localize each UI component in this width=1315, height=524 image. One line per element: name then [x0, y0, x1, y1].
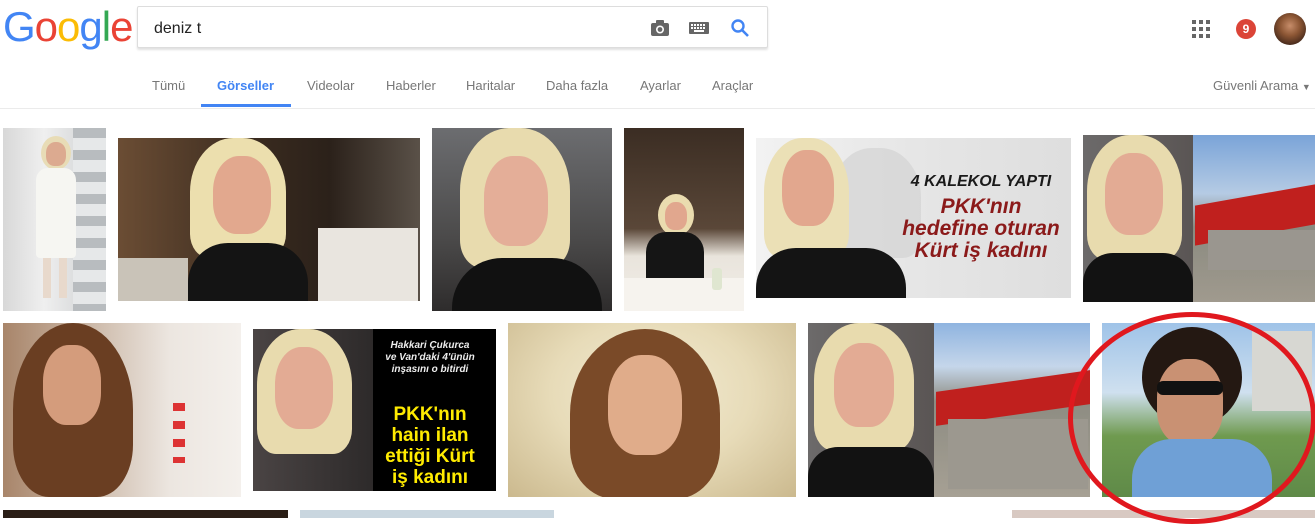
- apps-grid-icon[interactable]: [1192, 20, 1210, 38]
- search-input[interactable]: [152, 16, 626, 42]
- notification-badge[interactable]: 9: [1236, 19, 1256, 39]
- image-result[interactable]: [432, 128, 612, 311]
- tab-maps[interactable]: Haritalar: [466, 78, 515, 93]
- tab-more[interactable]: Daha fazla: [546, 78, 608, 93]
- tab-all[interactable]: Tümü: [152, 78, 185, 93]
- search-box: [137, 6, 768, 48]
- image-result[interactable]: [3, 323, 241, 497]
- image-result[interactable]: [624, 128, 744, 311]
- headline-text: 4 KALEKOL YAPTI: [910, 173, 1052, 190]
- logo-letter: e: [110, 3, 133, 50]
- headline-text: ve Van'daki 4'ünün: [385, 352, 475, 363]
- safe-search-dropdown[interactable]: Güvenli Arama ▼: [1213, 78, 1311, 93]
- logo-letter: l: [101, 3, 111, 50]
- google-logo[interactable]: Google: [3, 3, 133, 50]
- image-result[interactable]: [1012, 510, 1315, 518]
- tab-videos[interactable]: Videolar: [307, 78, 354, 93]
- search-icon[interactable]: [728, 16, 752, 40]
- image-result[interactable]: [508, 323, 796, 497]
- image-result[interactable]: [3, 510, 288, 518]
- avatar[interactable]: [1274, 13, 1306, 45]
- headline-text: PKK'nın: [393, 404, 467, 425]
- image-result[interactable]: [1102, 323, 1315, 497]
- image-result[interactable]: [300, 510, 554, 518]
- logo-letter: o: [34, 3, 58, 50]
- logo-letter: o: [57, 3, 80, 50]
- tab-news[interactable]: Haberler: [386, 78, 436, 93]
- tab-tools[interactable]: Araçlar: [712, 78, 753, 93]
- tab-settings[interactable]: Ayarlar: [640, 78, 681, 93]
- camera-icon[interactable]: [648, 16, 672, 40]
- caret-down-icon: ▼: [1301, 82, 1311, 92]
- image-result[interactable]: 4 KALEKOL YAPTI PKK'nın hedefine oturan …: [756, 138, 1071, 298]
- headline-text: hedefine oturan: [902, 217, 1060, 240]
- logo-letter: G: [3, 3, 36, 50]
- search-tabs: Tümü Görseller Videolar Haberler Harital…: [0, 60, 1315, 109]
- image-result[interactable]: [118, 138, 420, 301]
- headline-text: inşasını o bitirdi: [391, 364, 469, 375]
- image-result[interactable]: [3, 128, 106, 311]
- image-result[interactable]: [1083, 135, 1315, 302]
- keyboard-icon[interactable]: [687, 16, 711, 40]
- headline-text: PKK'nın: [940, 195, 1022, 218]
- image-result[interactable]: [808, 323, 1090, 497]
- logo-letter: g: [79, 3, 102, 50]
- headline-text: iş kadını: [391, 467, 469, 488]
- headline-text: hain ilan: [391, 425, 469, 446]
- headline-text: ettiği Kürt: [385, 446, 475, 467]
- active-tab-indicator: [201, 104, 291, 107]
- headline-text: Hakkari Çukurca: [390, 340, 470, 351]
- headline-text: Kürt iş kadını: [914, 239, 1048, 262]
- tab-images[interactable]: Görseller: [217, 78, 274, 93]
- safe-search-label: Güvenli Arama: [1213, 78, 1299, 93]
- image-result[interactable]: Hakkari Çukurca ve Van'daki 4'ünün inşas…: [253, 329, 496, 491]
